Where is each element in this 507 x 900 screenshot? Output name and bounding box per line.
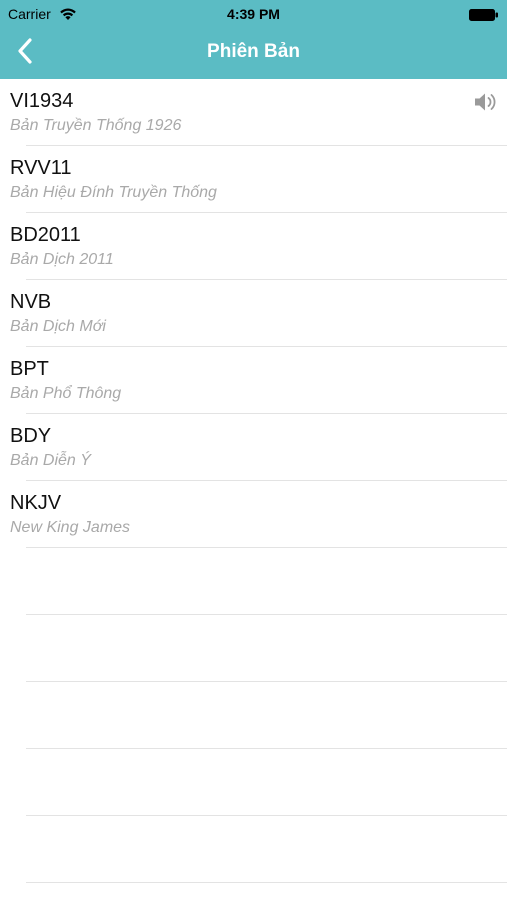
version-code: NKJV bbox=[10, 492, 62, 514]
list-item: BDY Bản Diễn Ý bbox=[10, 414, 507, 481]
version-row-bpt[interactable]: BPT Bản Phổ Thông bbox=[10, 347, 507, 413]
list-item: VI1934 Bản Truyền Thống 1926 bbox=[10, 79, 507, 146]
version-name: Bản Dịch 2011 bbox=[10, 251, 114, 268]
navigation-bar: Phiên Bản bbox=[0, 28, 507, 79]
empty-row-separator bbox=[26, 682, 507, 749]
version-row-nvb[interactable]: NVB Bản Dịch Mới bbox=[10, 280, 507, 346]
speaker-icon[interactable] bbox=[473, 91, 499, 113]
version-name: Bản Hiệu Đính Truyền Thống bbox=[10, 184, 217, 201]
version-code: VI1934 bbox=[10, 90, 74, 112]
version-row-nkjv[interactable]: NKJV New King James bbox=[10, 481, 507, 547]
clock: 4:39 PM bbox=[227, 6, 280, 22]
version-code: BPT bbox=[10, 358, 49, 380]
version-row-bd2011[interactable]: BD2011 Bản Dịch 2011 bbox=[10, 213, 507, 279]
version-code: RVV11 bbox=[10, 157, 72, 179]
status-bar: Carrier 4:39 PM bbox=[0, 0, 507, 28]
version-row-vi1934[interactable]: VI1934 Bản Truyền Thống 1926 bbox=[10, 79, 507, 145]
list-item: RVV11 Bản Hiệu Đính Truyền Thống bbox=[10, 146, 507, 213]
page-title: Phiên Bản bbox=[207, 41, 300, 62]
empty-row-separator bbox=[26, 548, 507, 615]
version-row-rvv11[interactable]: RVV11 Bản Hiệu Đính Truyền Thống bbox=[10, 146, 507, 212]
list-item: BD2011 Bản Dịch 2011 bbox=[10, 213, 507, 280]
empty-row-separator bbox=[26, 749, 507, 816]
version-code: BDY bbox=[10, 425, 52, 447]
version-name: Bản Phổ Thông bbox=[10, 385, 122, 402]
battery-icon bbox=[469, 8, 499, 21]
version-name: Bản Diễn Ý bbox=[10, 452, 91, 469]
version-name: Bản Truyền Thống 1926 bbox=[10, 117, 182, 134]
list-item: BPT Bản Phổ Thông bbox=[10, 347, 507, 414]
version-code: BD2011 bbox=[10, 224, 81, 246]
list-item: NKJV New King James bbox=[10, 481, 507, 548]
version-name: Bản Dịch Mới bbox=[10, 318, 106, 335]
version-list: VI1934 Bản Truyền Thống 1926 RVV11 Bản H… bbox=[0, 79, 507, 883]
top-bar: Carrier 4:39 PM Phiên Bản bbox=[0, 0, 507, 79]
version-row-bdy[interactable]: BDY Bản Diễn Ý bbox=[10, 414, 507, 480]
empty-row-separator bbox=[26, 615, 507, 682]
version-name: New King James bbox=[10, 519, 131, 536]
list-item: NVB Bản Dịch Mới bbox=[10, 280, 507, 347]
version-code: NVB bbox=[10, 291, 52, 313]
empty-row-separator bbox=[26, 816, 507, 883]
